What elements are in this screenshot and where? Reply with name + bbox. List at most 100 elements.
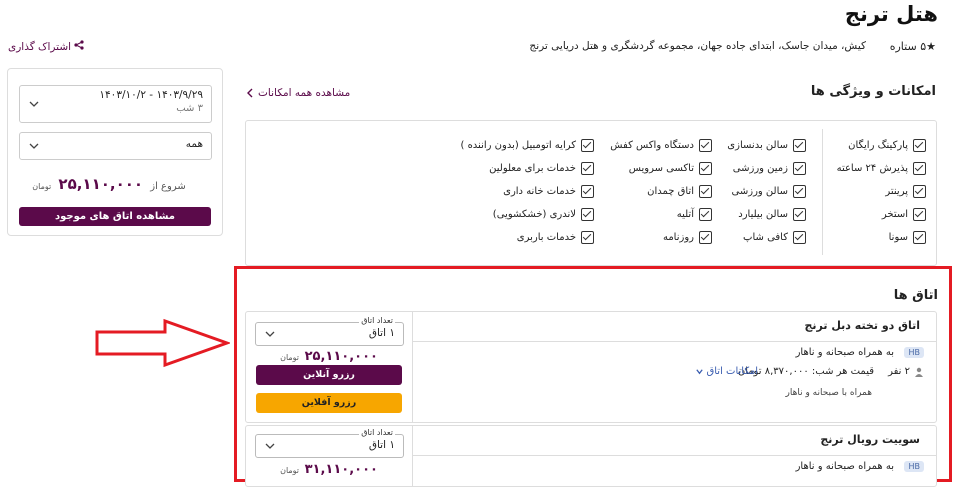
amenity-label: اتاق چمدان [647, 186, 694, 197]
date-picker[interactable]: ۱۴۰۳/۹/۲۹ - ۱۴۰۳/۱۰/۲ ۳ شب [19, 85, 212, 123]
qty-value: ۱ اتاق [368, 439, 395, 451]
amenity-label: سالن بدنسازی [727, 140, 788, 151]
amenities-divider [822, 129, 823, 255]
guests-select[interactable]: همه [19, 132, 212, 160]
amenity-label: زمین ورزشی [732, 163, 788, 174]
start-price: شروع از ۲۵,۱۱۰,۰۰۰ تومان [8, 175, 210, 193]
share-label: اشتراک گذاری [8, 40, 72, 53]
room-total-price: ۲۵,۱۱۰,۰۰۰ [304, 349, 378, 364]
amenity-item: سالن ورزشی [732, 185, 806, 198]
amenity-item: خدمات باربری [517, 231, 594, 244]
checkbox-icon [913, 231, 926, 244]
checkbox-icon [913, 162, 926, 175]
amenity-label: آتلیه [676, 209, 694, 220]
amenity-item: کافی شاپ [743, 231, 806, 244]
room-card: سوییت رویال ترنج HB به همراه صبحانه و نا… [245, 425, 937, 487]
amenity-label: خدمات خانه داری [503, 186, 576, 197]
amenity-label: کرایه اتومبیل (بدون راننده ) [460, 140, 576, 151]
checkbox-icon [581, 139, 594, 152]
room-capacity: ۲ نفر [888, 366, 910, 377]
chevron-down-icon [29, 143, 39, 149]
rooms-title: اتاق ها [893, 288, 938, 303]
amenity-item: سونا [889, 231, 926, 244]
amenity-item: پرینتر [885, 185, 926, 198]
checkbox-icon [581, 208, 594, 221]
room-divider [413, 455, 936, 456]
amenity-label: سالن ورزشی [731, 186, 788, 197]
board-badge: HB [904, 461, 924, 472]
checkbox-icon [699, 208, 712, 221]
amenity-item: پذیرش ۲۴ ساعته [837, 162, 926, 175]
reserve-offline-button[interactable]: رزرو آفلاین [256, 393, 402, 413]
checkbox-icon [699, 185, 712, 198]
amenity-label: استخر [881, 209, 908, 220]
checkbox-icon [913, 208, 926, 221]
board-type: به همراه صبحانه و ناهار [795, 461, 894, 472]
checkbox-icon [793, 139, 806, 152]
see-all-amenities-link[interactable]: مشاهده همه امکانات [246, 87, 350, 99]
amenity-label: کافی شاپ [743, 232, 788, 243]
from-label: شروع از [150, 181, 186, 192]
room-amenities-link[interactable]: امکانات اتاق [695, 366, 759, 377]
checkbox-icon [793, 185, 806, 198]
share-button[interactable]: اشتراک گذاری [8, 40, 84, 53]
hotel-title: هتل ترنج [844, 2, 938, 26]
amenity-label: پارکینگ رایگان [848, 140, 908, 151]
amenity-label: دستگاه واکس کفش [610, 140, 694, 151]
room-amenities-label: امکانات اتاق [706, 366, 759, 377]
checkbox-icon [793, 208, 806, 221]
room-price: ۲۵,۱۱۰,۰۰۰ تومان [246, 349, 412, 364]
room-qty-select[interactable]: تعداد اتاق ۱ اتاق [255, 316, 404, 346]
guests-value: همه [185, 138, 203, 150]
nights-count: ۳ شب [176, 103, 203, 114]
checkbox-icon [793, 162, 806, 175]
star-rating: ★۵ ستاره [889, 40, 936, 53]
amenity-item: استخر [882, 208, 926, 221]
amenity-item: دستگاه واکس کفش [610, 139, 712, 152]
board-type: به همراه صبحانه و ناهار [795, 347, 894, 358]
red-arrow-right-icon [95, 318, 230, 368]
date-range: ۱۴۰۳/۹/۲۹ - ۱۴۰۳/۱۰/۲ [99, 89, 203, 101]
room-reserve-panel: تعداد اتاق ۱ اتاق ۳۱,۱۱۰,۰۰۰ تومان [246, 426, 413, 486]
room-price: ۳۱,۱۱۰,۰۰۰ تومان [246, 462, 412, 477]
room-qty-select[interactable]: تعداد اتاق ۱ اتاق [255, 428, 404, 458]
amenity-label: خدمات برای معلولین [489, 163, 576, 174]
share-icon [74, 40, 84, 53]
booking-card: ۱۴۰۳/۹/۲۹ - ۱۴۰۳/۱۰/۲ ۳ شب همه شروع از ۲… [7, 68, 223, 236]
chevron-down-icon [265, 443, 275, 449]
amenity-label: پرینتر [885, 186, 908, 197]
checkbox-icon [581, 231, 594, 244]
currency: تومان [280, 353, 300, 362]
amenity-item: خدمات خانه داری [503, 185, 594, 198]
amenities-title: امکانات و ویژگی ها [810, 84, 936, 99]
checkbox-icon [913, 185, 926, 198]
checkbox-icon [581, 162, 594, 175]
amenity-item: آتلیه [677, 208, 712, 221]
chevron-left-icon [247, 88, 253, 98]
qty-label: تعداد اتاق [359, 316, 395, 325]
view-rooms-button[interactable]: مشاهده اتاق های موجود [19, 207, 211, 226]
see-all-label: مشاهده همه امکانات [258, 87, 351, 99]
qty-value: ۱ اتاق [368, 327, 395, 339]
from-price: ۲۵,۱۱۰,۰۰۰ [58, 175, 144, 193]
reserve-online-button[interactable]: رزرو آنلاین [256, 365, 402, 385]
currency: تومان [280, 466, 300, 475]
amenity-item: تاکسی سرویس [629, 162, 712, 175]
amenities-box: پارکینگ رایگان پذیرش ۲۴ ساعته پرینتر استخر س… [245, 120, 937, 266]
room-reserve-panel: تعداد اتاق ۱ اتاق ۲۵,۱۱۰,۰۰۰ تومان رزرو … [246, 312, 413, 422]
checkbox-icon [913, 139, 926, 152]
amenity-item: کرایه اتومبیل (بدون راننده ) [460, 139, 594, 152]
nightly-price: قیمت هر شب: ۸,۳۷۰,۰۰۰ تومان [737, 366, 874, 377]
checkbox-icon [793, 231, 806, 244]
checkbox-icon [699, 231, 712, 244]
room-name: اتاق دو تخته دبل ترنج [804, 319, 920, 332]
amenity-item: روزنامه [663, 231, 712, 244]
board-badge: HB [904, 347, 924, 358]
amenity-item: اتاق چمدان [647, 185, 712, 198]
room-total-price: ۳۱,۱۱۰,۰۰۰ [304, 462, 378, 477]
checkbox-icon [699, 162, 712, 175]
person-icon [915, 367, 923, 377]
board-description: همراه با صبحانه و ناهار [785, 388, 873, 398]
amenity-item: لاندری (خشکشویی) [493, 208, 594, 221]
checkbox-icon [699, 139, 712, 152]
